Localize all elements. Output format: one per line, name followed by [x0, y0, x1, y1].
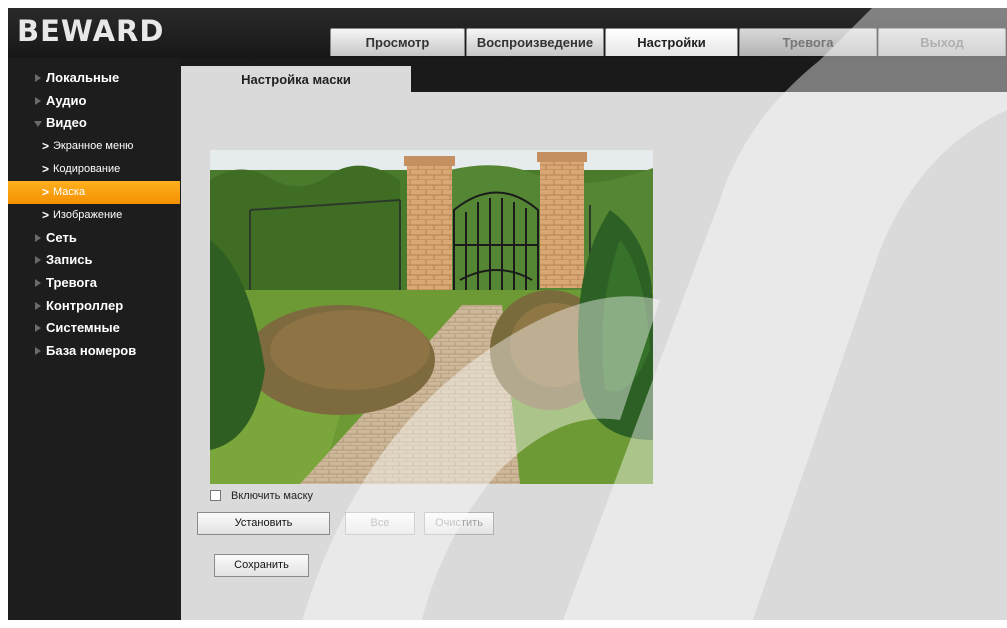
chevron-right-icon: > — [42, 207, 50, 222]
mask-settings-tab-label: Настройка маски — [241, 72, 351, 87]
collapsed-arrow-icon — [35, 324, 41, 333]
sidebar-item-label: Сеть — [46, 229, 77, 245]
sidebar-item-controller[interactable]: Контроллер — [8, 295, 181, 318]
logo-text: BEWARD — [17, 14, 165, 48]
chevron-right-icon: > — [42, 138, 50, 153]
tab-exit[interactable]: Выход — [878, 28, 1006, 56]
sidebar-item-label: Локальные — [46, 70, 120, 85]
tab-exit-label: Выход — [920, 35, 964, 50]
content-panel: Включить маску Установить Все Очистить С… — [181, 92, 1007, 620]
sidebar-item-plate-database[interactable]: База номеров — [8, 340, 181, 363]
sidebar-item-label: Аудио — [46, 92, 87, 108]
expanded-arrow-icon — [34, 121, 42, 128]
sidebar-subitem-osd[interactable]: > Экранное меню — [8, 135, 181, 158]
sidebar-item-record[interactable]: Запись — [8, 249, 181, 272]
sidebar: Локальные Аудио Видео > Экранное меню > Ко… — [8, 58, 181, 620]
save-button[interactable]: Сохранить — [214, 554, 309, 577]
app-window: BEWARD Просмотр Воспроизведение Настройк… — [8, 8, 1007, 620]
enable-mask-label: Включить маску — [231, 490, 314, 502]
tab-playback[interactable]: Воспроизведение — [466, 28, 604, 56]
sidebar-subitem-mask[interactable]: > Маска — [8, 180, 180, 204]
chevron-right-icon: > — [42, 184, 50, 199]
sidebar-item-alarm[interactable]: Тревога — [8, 272, 181, 295]
collapsed-arrow-icon — [35, 278, 41, 287]
tab-alarm[interactable]: Тревога — [739, 28, 877, 56]
sidebar-item-video[interactable]: Видео — [8, 112, 181, 135]
sidebar-item-local[interactable]: Локальные — [8, 67, 181, 90]
sidebar-item-audio[interactable]: Аудио — [8, 90, 181, 113]
header-bar: BEWARD Просмотр Воспроизведение Настройк… — [8, 8, 1007, 58]
sidebar-item-network[interactable]: Сеть — [8, 227, 181, 250]
sidebar-subitem-label: Маска — [53, 185, 86, 198]
sidebar-subitem-encoding[interactable]: > Кодирование — [8, 158, 181, 181]
tab-settings-label: Настройки — [637, 35, 706, 50]
sidebar-subitem-label: Кодирование — [53, 162, 121, 175]
sidebar-subitem-label: Изображение — [53, 208, 123, 221]
tab-view-label: Просмотр — [365, 35, 430, 50]
collapsed-arrow-icon — [35, 346, 41, 355]
collapsed-arrow-icon — [35, 256, 41, 265]
sidebar-subitem-label: Экранное меню — [53, 139, 134, 152]
sidebar-item-system[interactable]: Системные — [8, 317, 181, 340]
save-button-label: Сохранить — [234, 559, 289, 571]
set-mask-button-label: Установить — [234, 517, 293, 529]
beward-logo: BEWARD — [17, 14, 164, 48]
video-preview[interactable] — [210, 150, 653, 484]
collapsed-arrow-icon — [35, 233, 41, 242]
camera-image — [210, 150, 653, 484]
select-all-button[interactable]: Все — [345, 512, 415, 535]
collapsed-arrow-icon — [35, 301, 41, 310]
tab-playback-label: Воспроизведение — [476, 35, 594, 50]
sidebar-item-label: Системные — [46, 320, 120, 336]
sidebar-item-label: Запись — [46, 252, 93, 268]
mask-settings-tab[interactable]: Настройка маски — [181, 66, 411, 93]
sidebar-item-label: Тревога — [46, 274, 98, 290]
sidebar-item-label: Видео — [46, 115, 87, 131]
collapsed-arrow-icon — [35, 74, 41, 82]
sidebar-subitem-image[interactable]: > Изображение — [8, 204, 181, 227]
tab-alarm-label: Тревога — [782, 35, 834, 50]
chevron-right-icon: > — [42, 161, 50, 176]
sidebar-item-label: Контроллер — [46, 297, 124, 313]
sidebar-item-label: База номеров — [46, 342, 137, 358]
collapsed-arrow-icon — [35, 96, 41, 105]
select-all-button-label: Все — [370, 517, 390, 529]
clear-mask-button[interactable]: Очистить — [424, 512, 494, 535]
enable-mask-checkbox[interactable] — [210, 490, 221, 501]
tab-view[interactable]: Просмотр — [330, 28, 465, 56]
tab-settings[interactable]: Настройки — [605, 28, 738, 56]
clear-mask-button-label: Очистить — [435, 517, 483, 529]
set-mask-button[interactable]: Установить — [197, 512, 330, 535]
